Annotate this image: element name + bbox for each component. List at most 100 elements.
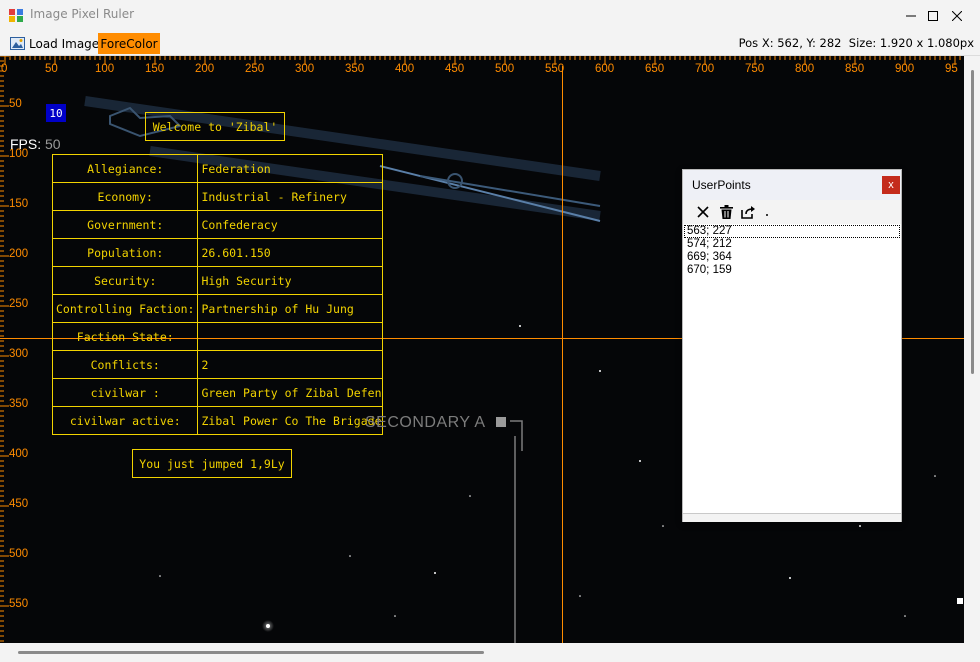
userpoints-footer <box>683 513 901 522</box>
info-key: Allegiance: <box>51 154 199 183</box>
info-value: Industrial - Refinery <box>197 182 384 211</box>
ruler-tick-label: 350 <box>9 398 29 410</box>
ruler-tick-label: 300 <box>295 63 315 75</box>
export-button[interactable] <box>740 204 756 220</box>
ruler-tick-label: 400 <box>9 448 29 460</box>
square-icon <box>495 417 506 427</box>
ruler-tick-label: 700 <box>695 63 715 75</box>
delete-button[interactable] <box>718 204 734 220</box>
ruler-tick-label: 50 <box>9 98 22 110</box>
ruler-tick-label: 350 <box>345 63 365 75</box>
ruler-tick-label: 550 <box>545 63 565 75</box>
info-value: 2 <box>197 350 384 379</box>
ruler-tick-label: 100 <box>95 63 115 75</box>
ruler-tick-label: 50 <box>45 63 58 75</box>
info-row: Allegiance: Federation <box>51 154 384 183</box>
fps-label: FPS: <box>10 136 42 152</box>
info-value: 26.601.150 <box>197 238 384 267</box>
info-row: Controlling Faction: Partnership of Hu Ju… <box>51 294 384 323</box>
userpoints-toolbar <box>683 200 901 224</box>
app-icon <box>9 9 23 22</box>
ruler-tick-label: 250 <box>9 298 29 310</box>
ruler-tick-label: 150 <box>9 198 29 210</box>
userpoint-item[interactable]: 574; 212 <box>684 238 900 251</box>
ruler-tick-label: 850 <box>845 63 865 75</box>
ruler-tick-label: 900 <box>895 63 915 75</box>
info-key: Controlling Faction: <box>51 294 199 323</box>
forecolor-button[interactable]: ForeColor <box>98 33 160 54</box>
userpoints-header: UserPoints x <box>683 170 901 200</box>
close-icon <box>952 10 962 21</box>
toolbar: Load Image ForeColor Pos X: 562, Y: 282 … <box>0 31 980 56</box>
export-icon <box>740 206 755 219</box>
ruler-tick-label: 200 <box>195 63 215 75</box>
ruler-tick-label: 550 <box>9 598 29 610</box>
info-value: Confederacy <box>197 210 384 239</box>
clear-button[interactable] <box>695 204 711 220</box>
title-bar: Image Pixel Ruler <box>0 0 980 31</box>
info-value: Federation <box>197 154 384 183</box>
system-info-table: Allegiance: Federation Economy: Industrial … <box>51 154 384 435</box>
info-row: civilwar active: Zibal Power Co The Briga… <box>51 406 384 435</box>
userpoint-item[interactable]: 563; 227 <box>684 225 900 238</box>
info-key: Economy: <box>51 182 199 211</box>
load-image-button[interactable]: Load Image <box>10 34 99 53</box>
info-row: Conflicts: 2 <box>51 350 384 379</box>
info-key: Population: <box>51 238 199 267</box>
info-key: Security: <box>51 266 199 295</box>
close-window-button[interactable] <box>934 0 980 31</box>
ruler-tick-label: 800 <box>795 63 815 75</box>
userpoints-close-button[interactable]: x <box>882 176 900 194</box>
secondary-label: SECONDARY A <box>365 414 506 432</box>
ruler-tick-label: 600 <box>595 63 615 75</box>
info-row: Security: High Security <box>51 266 384 295</box>
userpoints-list[interactable]: 563; 227 574; 212 669; 364 670; 159 <box>684 225 900 513</box>
ruler-tick-label: 250 <box>245 63 265 75</box>
info-value: Zibal Power Co The Brigade <box>197 406 384 435</box>
overlay-badge: 10 <box>46 104 66 122</box>
trash-icon <box>719 205 733 219</box>
image-icon <box>10 37 25 50</box>
ruler-tick-label: 750 <box>745 63 765 75</box>
secondary-text: SECONDARY A <box>365 414 485 431</box>
info-key: Conflicts: <box>51 350 199 379</box>
close-x-icon <box>697 206 709 218</box>
info-value: Green Party of Zibal Defenc <box>197 378 384 407</box>
userpoint-item[interactable]: 670; 159 <box>684 264 900 277</box>
info-value: High Security <box>197 266 384 295</box>
info-row: Government: Confederacy <box>51 210 384 239</box>
ruler-tick-label: 200 <box>9 248 29 260</box>
more-button[interactable] <box>759 204 775 220</box>
horizontal-scroll-thumb[interactable] <box>18 651 484 654</box>
load-image-label: Load Image <box>29 36 100 51</box>
ruler-tick-label: 450 <box>445 63 465 75</box>
info-row: Population: 26.601.150 <box>51 238 384 267</box>
info-value: Partnership of Hu Jung <box>197 294 384 323</box>
ruler-tick-label: 650 <box>645 63 665 75</box>
userpoint-item[interactable]: 669; 364 <box>684 251 900 264</box>
info-row: Economy: Industrial - Refinery <box>51 182 384 211</box>
info-key: Government: <box>51 210 199 239</box>
dot-icon <box>766 214 768 216</box>
welcome-box: Welcome to 'Zibal' <box>145 112 285 141</box>
ruler-tick-label: 450 <box>9 498 29 510</box>
info-value <box>197 322 384 351</box>
ruler-tick-label: 300 <box>9 348 29 360</box>
vertical-scrollbar[interactable] <box>964 56 980 643</box>
ruler-tick-label: 400 <box>395 63 415 75</box>
userpoints-title: UserPoints <box>692 178 751 192</box>
window-title: Image Pixel Ruler <box>30 7 135 21</box>
userpoints-panel: UserPoints x 563; 227 574; 212 669; 364 … <box>682 169 902 522</box>
info-key: civilwar active: <box>51 406 199 435</box>
fps-value: 50 <box>45 136 61 152</box>
vertical-scroll-thumb[interactable] <box>971 70 974 374</box>
info-row: Faction State: <box>51 322 384 351</box>
info-row: civilwar : Green Party of Zibal Defenc <box>51 378 384 407</box>
ruler-tick-label: 500 <box>495 63 515 75</box>
ruler-tick-label: 500 <box>9 548 29 560</box>
status-text: Pos X: 562, Y: 282 Size: 1.920 x 1.080px <box>738 36 974 50</box>
horizontal-scrollbar[interactable] <box>0 643 980 662</box>
info-key: civilwar : <box>51 378 199 407</box>
info-key: Faction State: <box>51 322 199 351</box>
fps-readout: FPS: 50 <box>10 136 61 152</box>
